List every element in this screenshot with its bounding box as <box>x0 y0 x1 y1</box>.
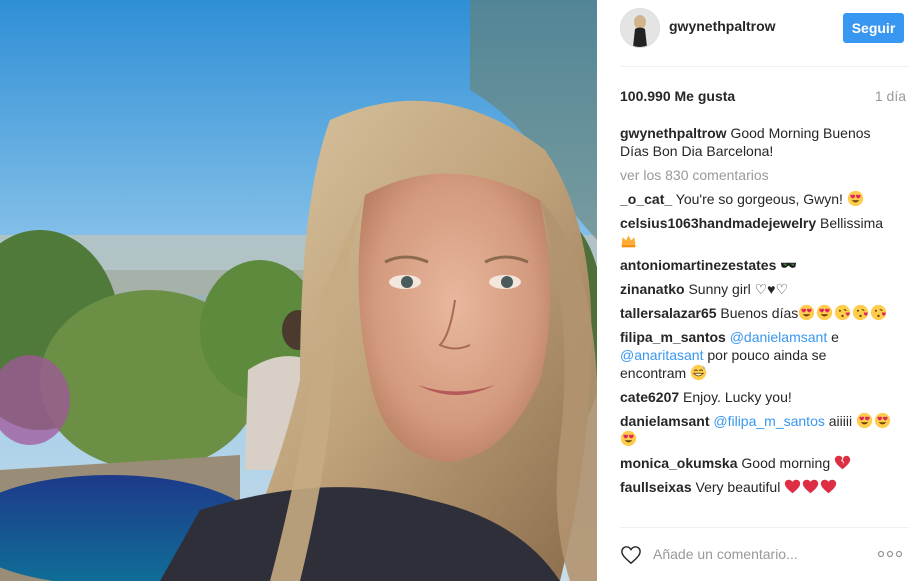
heart-eyes-emoji-icon <box>816 304 833 321</box>
follow-button[interactable]: Seguir <box>843 13 904 43</box>
comment: celsius1063handmadejewelry Bellissima <box>620 214 895 250</box>
post-time[interactable]: 1 día <box>875 88 906 104</box>
comment-text: You're so gorgeous, Gwyn! <box>672 191 847 207</box>
avatar-icon <box>621 9 659 47</box>
comments-list: gwynethpaltrow Good Morning Buenos Días … <box>620 124 895 522</box>
heart-emoji-icon <box>820 478 837 495</box>
comment-text: aiiiii <box>824 413 856 429</box>
comment-username[interactable]: zinanatko <box>620 281 685 297</box>
crown-emoji-icon <box>620 232 637 249</box>
view-all-comments-link[interactable]: ver los 830 comentarios <box>620 166 895 184</box>
comment-username[interactable]: monica_okumska <box>620 455 738 471</box>
heart-eyes-emoji-icon <box>620 430 637 447</box>
heart-emoji-icon <box>802 478 819 495</box>
comment-text: Good morning <box>737 455 834 471</box>
caption-username[interactable]: gwynethpaltrow <box>620 125 727 141</box>
header-divider <box>620 66 909 67</box>
comment: _o_cat_ You're so gorgeous, Gwyn! <box>620 190 895 208</box>
header-username[interactable]: gwynethpaltrow <box>669 18 776 34</box>
comment-text: Enjoy. Lucky you! <box>679 389 792 405</box>
heart-eyes-emoji-icon <box>874 412 891 429</box>
selfie-image <box>0 0 597 581</box>
comment-username[interactable]: danielamsant <box>620 413 709 429</box>
sunglasses-emoji-icon <box>780 256 797 273</box>
caption: gwynethpaltrow Good Morning Buenos Días … <box>620 124 895 160</box>
comment: filipa_m_santos @danielamsant e @anarita… <box>620 328 895 382</box>
post-header: gwynethpaltrow Seguir <box>597 0 909 67</box>
comment-username[interactable]: faullseixas <box>620 479 692 495</box>
comment-username[interactable]: tallersalazar65 <box>620 305 717 321</box>
comment-text: Bellissima <box>816 215 884 231</box>
comment: faullseixas Very beautiful <box>620 478 895 496</box>
broken-heart-emoji-icon <box>834 454 851 471</box>
post-photo[interactable] <box>0 0 597 581</box>
kiss-face-emoji-icon <box>834 304 851 321</box>
comment-mention[interactable]: @danielamsant <box>730 329 828 345</box>
comment-username[interactable]: _o_cat_ <box>620 191 672 207</box>
comment: tallersalazar65 Buenos días <box>620 304 895 322</box>
comment-mention[interactable]: @filipa_m_santos <box>713 413 825 429</box>
more-options-icon[interactable] <box>877 548 903 560</box>
comment: antoniomartinezestates <box>620 256 895 274</box>
comment-username[interactable]: cate6207 <box>620 389 679 405</box>
comment-text: Very beautiful <box>691 479 785 495</box>
comment: danielamsant @filipa_m_santos aiiiii <box>620 412 895 448</box>
comment-text: e <box>827 329 839 345</box>
comment: zinanatko Sunny girl ♡♥♡ <box>620 280 895 298</box>
footer-divider <box>620 527 909 528</box>
comment: cate6207 Enjoy. Lucky you! <box>620 388 895 406</box>
comment-container: _o_cat_ You're so gorgeous, Gwyn! celsiu… <box>620 190 895 496</box>
comment-username[interactable]: filipa_m_santos <box>620 329 726 345</box>
like-heart-icon[interactable] <box>620 545 642 565</box>
comment-mention[interactable]: @anaritasant <box>620 347 703 363</box>
instagram-post: gwynethpaltrow Seguir 100.990 Me gusta 1… <box>0 0 909 581</box>
comment-text: Sunny girl ♡♥♡ <box>684 281 789 297</box>
likes-count[interactable]: 100.990 Me gusta <box>620 88 735 104</box>
heart-eyes-emoji-icon <box>847 190 864 207</box>
add-comment-input[interactable] <box>653 543 843 565</box>
avatar[interactable] <box>620 8 660 48</box>
post-side-panel: gwynethpaltrow Seguir 100.990 Me gusta 1… <box>597 0 909 581</box>
heart-emoji-icon <box>784 478 801 495</box>
comment-username[interactable]: antoniomartinezestates <box>620 257 776 273</box>
kiss-face-emoji-icon <box>870 304 887 321</box>
comment-text: Buenos días <box>716 305 799 321</box>
grin-sweat-emoji-icon <box>690 364 707 381</box>
comment-username[interactable]: celsius1063handmadejewelry <box>620 215 816 231</box>
comment: monica_okumska Good morning <box>620 454 895 472</box>
kiss-face-emoji-icon <box>852 304 869 321</box>
heart-eyes-emoji-icon <box>856 412 873 429</box>
heart-eyes-emoji-icon <box>798 304 815 321</box>
